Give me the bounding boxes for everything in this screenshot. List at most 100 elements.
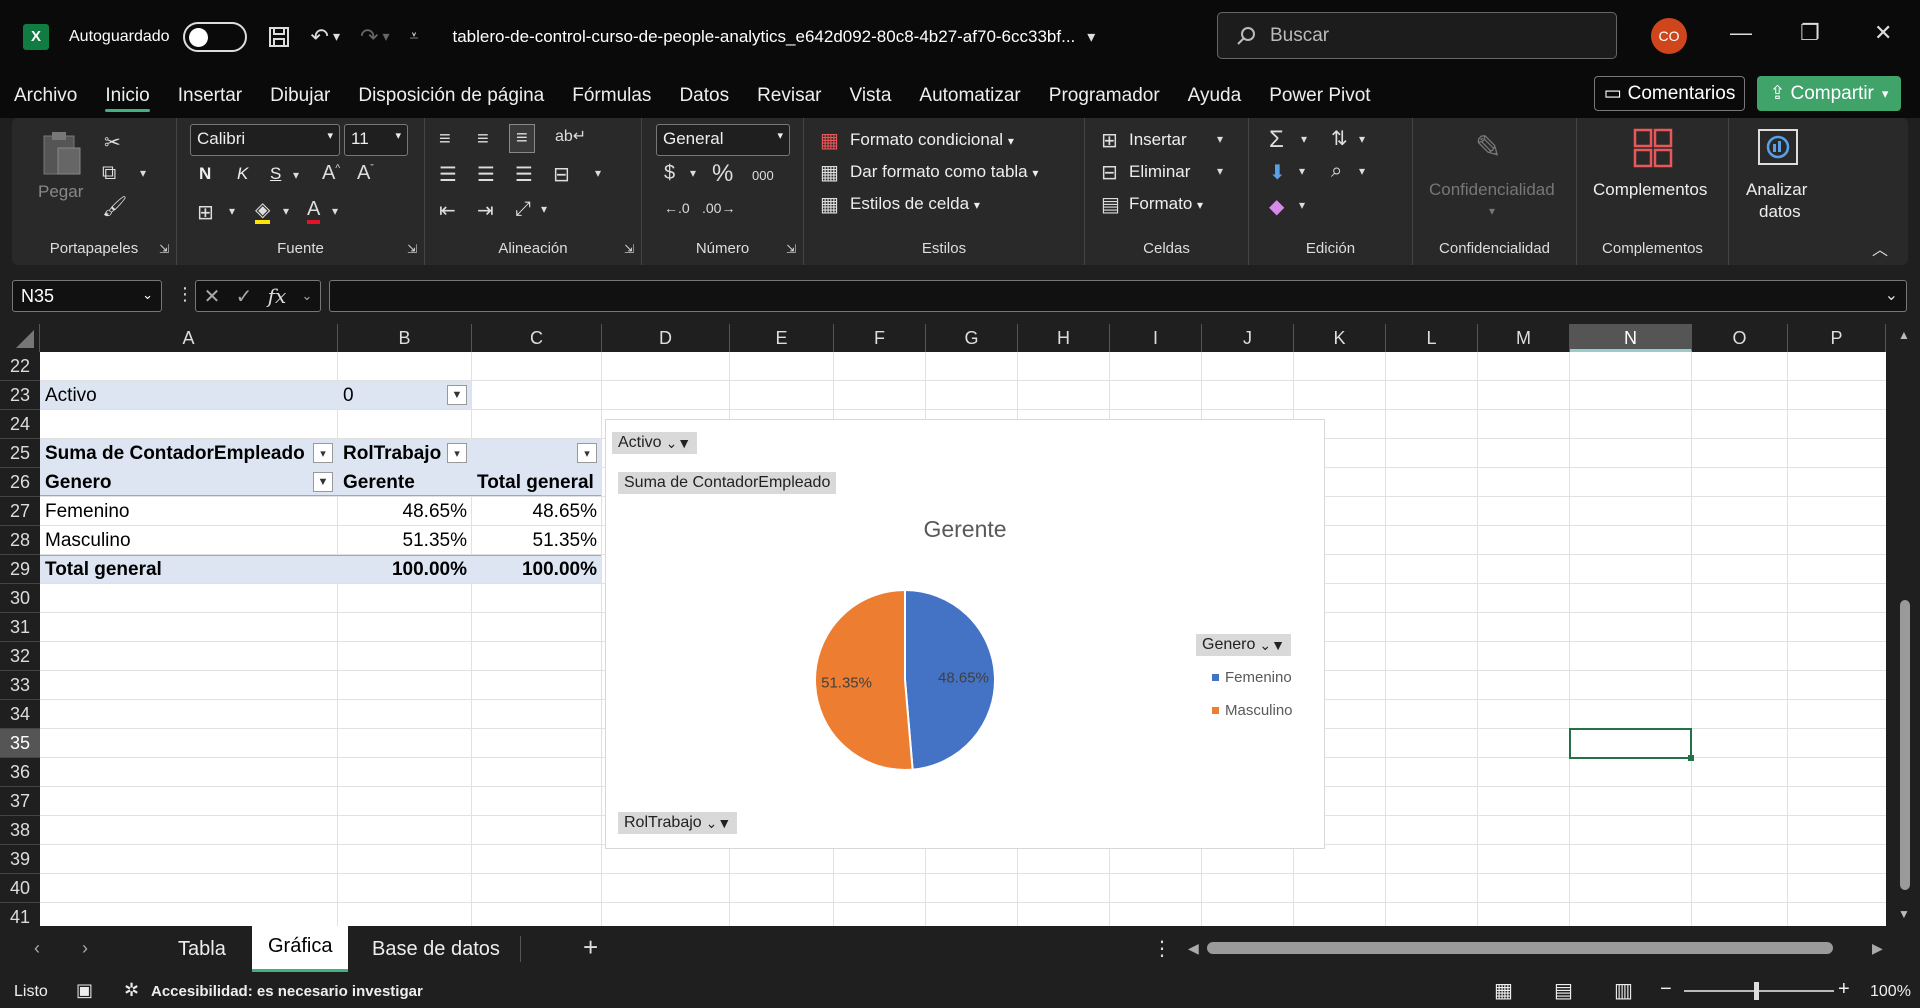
pivot-columns-dropdown-icon[interactable]: ▾ (447, 443, 467, 463)
clear-icon[interactable]: ◆ (1269, 194, 1284, 219)
wrap-text-icon[interactable]: ab↵ (555, 126, 586, 146)
column-header-l[interactable]: L (1386, 324, 1478, 352)
undo-icon[interactable]: ↶ (311, 24, 329, 50)
fill-dropdown-icon[interactable]: ▾ (283, 204, 289, 218)
comments-button[interactable]: ▭ Comentarios (1594, 76, 1745, 111)
next-sheet-icon[interactable]: › (82, 938, 88, 959)
menu-disposicion[interactable]: Disposición de página (344, 73, 558, 118)
search-box[interactable]: Buscar (1217, 12, 1617, 59)
row-header[interactable]: 36 (0, 758, 40, 787)
pivot-row-masculino[interactable]: Masculino (42, 526, 134, 555)
bold-button[interactable]: N (199, 164, 211, 184)
hscroll-left-icon[interactable]: ◀ (1188, 940, 1199, 957)
column-header-j[interactable]: J (1202, 324, 1294, 352)
align-middle-icon[interactable]: ≡ (477, 128, 489, 151)
menu-formulas[interactable]: Fórmulas (558, 73, 665, 118)
row-header[interactable]: 34 (0, 700, 40, 729)
align-top-icon[interactable]: ≡ (439, 128, 451, 151)
font-launcher-icon[interactable]: ⇲ (407, 242, 417, 256)
column-header-e[interactable]: E (730, 324, 834, 352)
redo-icon[interactable]: ↷ (360, 24, 378, 50)
scroll-down-icon[interactable]: ▼ (1898, 907, 1910, 921)
analyze-data-line2[interactable]: datos (1759, 202, 1801, 222)
pivot-values-dropdown-icon[interactable]: ▾ (313, 443, 333, 463)
number-launcher-icon[interactable]: ⇲ (786, 242, 796, 256)
zoom-slider-thumb[interactable] (1754, 982, 1759, 1000)
autosum-icon[interactable]: Σ (1269, 126, 1284, 154)
chart-axis-button[interactable]: RolTrabajo ⌄▼ (618, 812, 738, 834)
share-button[interactable]: ⇪ Compartir ▾ (1757, 76, 1901, 111)
conditional-format-button[interactable]: Formato condicional ▾ (850, 130, 1014, 150)
menu-programador[interactable]: Programador (1035, 73, 1174, 118)
zoom-level[interactable]: 100% (1870, 983, 1911, 1001)
increase-indent-icon[interactable]: ⇥ (477, 198, 494, 223)
column-header-c[interactable]: C (472, 324, 602, 352)
currency-dropdown-icon[interactable]: ▾ (690, 166, 696, 180)
delete-cells-button[interactable]: Eliminar (1129, 162, 1190, 182)
row-header[interactable]: 37 (0, 787, 40, 816)
vertical-scrollbar[interactable]: ▲ ▼ (1890, 324, 1920, 926)
sensitivity-button[interactable]: Confidencialidad (1429, 180, 1555, 200)
legend-field-button[interactable]: Genero ⌄▼ (1196, 634, 1291, 656)
decrease-decimal-icon[interactable]: .00→ (702, 200, 735, 216)
clipboard-launcher-icon[interactable]: ⇲ (159, 242, 169, 256)
borders-icon[interactable]: ⊞ (197, 200, 214, 225)
sort-dropdown-icon[interactable]: ▾ (1359, 132, 1365, 146)
fill-color-icon[interactable]: ◈ (255, 200, 271, 224)
find-icon[interactable]: ⌕ (1331, 160, 1342, 183)
accessibility-icon[interactable]: ✲ (124, 980, 139, 1001)
horizontal-scroll-thumb[interactable] (1207, 942, 1833, 954)
column-header-m[interactable]: M (1478, 324, 1570, 352)
customize-toolbar-icon[interactable]: ⩡ (409, 28, 418, 46)
pivot-value-femenino-gerente[interactable]: 48.65% (340, 497, 470, 526)
redo-dropdown-icon[interactable]: ▾ (382, 28, 389, 45)
row-header[interactable]: 39 (0, 845, 40, 874)
insert-function-icon[interactable]: fx (268, 284, 287, 308)
align-bottom-icon[interactable]: ≡ (509, 124, 535, 153)
row-header[interactable]: 25 (0, 439, 40, 468)
format-cells-button[interactable]: Formato ▾ (1129, 194, 1203, 214)
menu-insertar[interactable]: Insertar (164, 73, 256, 118)
normal-view-icon[interactable]: ▦ (1494, 978, 1513, 1003)
pivot-chart[interactable]: Activo ⌄▼ Suma de ContadorEmpleado Gerent… (605, 419, 1325, 849)
increase-font-icon[interactable]: A^ (322, 162, 340, 185)
name-box[interactable]: N35 ⌄ (12, 280, 162, 312)
autosave-toggle[interactable] (182, 21, 247, 52)
formula-input[interactable]: ⌄ (329, 280, 1907, 312)
addins-button[interactable]: Complementos (1593, 180, 1707, 200)
menu-datos[interactable]: Datos (665, 73, 743, 118)
function-chevron-icon[interactable]: ⌄ (301, 288, 312, 304)
restore-icon[interactable]: ❐ (1800, 20, 1820, 46)
pivot-filter-value[interactable]: 0 (340, 381, 357, 410)
format-as-table-button[interactable]: Dar formato como tabla ▾ (850, 162, 1038, 182)
menu-revisar[interactable]: Revisar (743, 73, 835, 118)
more-options-icon[interactable]: ⋮ (176, 284, 194, 305)
sheet-tab-tabla[interactable]: Tabla (162, 926, 242, 972)
currency-icon[interactable]: $ (664, 162, 675, 185)
confirm-entry-icon[interactable]: ✓ (236, 284, 253, 309)
row-header-selected[interactable]: 35 (0, 729, 40, 758)
menu-archivo[interactable]: Archivo (0, 73, 91, 118)
row-header[interactable]: 26 (0, 468, 40, 497)
tab-options-icon[interactable]: ⋮ (1152, 936, 1172, 961)
document-title[interactable]: tablero-de-control-curso-de-people-analy… (453, 27, 1076, 47)
font-name-select[interactable]: Calibri ▾ (190, 124, 340, 156)
orientation-dropdown-icon[interactable]: ▾ (541, 202, 547, 216)
pivot-grand-total-gerente[interactable]: 100.00% (340, 555, 470, 584)
pivot-row-femenino[interactable]: Femenino (42, 497, 133, 526)
hscroll-right-icon[interactable]: ▶ (1872, 940, 1883, 957)
column-header-p[interactable]: P (1788, 324, 1886, 352)
pivot-row-filter-icon[interactable]: ▼ (313, 472, 333, 492)
zoom-out-icon[interactable]: − (1660, 978, 1672, 1001)
pivot-columns-filter-icon[interactable]: ▾ (577, 443, 597, 463)
menu-ayuda[interactable]: Ayuda (1174, 73, 1256, 118)
menu-automatizar[interactable]: Automatizar (905, 73, 1034, 118)
selected-cell[interactable] (1569, 728, 1692, 759)
title-chevron-down-icon[interactable]: ▾ (1087, 27, 1095, 47)
pivot-value-masculino-gerente[interactable]: 51.35% (340, 526, 470, 555)
row-header[interactable]: 32 (0, 642, 40, 671)
pivot-grand-total-total[interactable]: 100.00% (474, 555, 600, 584)
row-header[interactable]: 30 (0, 584, 40, 613)
merge-center-icon[interactable]: ⊟ (553, 162, 570, 187)
row-header[interactable]: 40 (0, 874, 40, 903)
